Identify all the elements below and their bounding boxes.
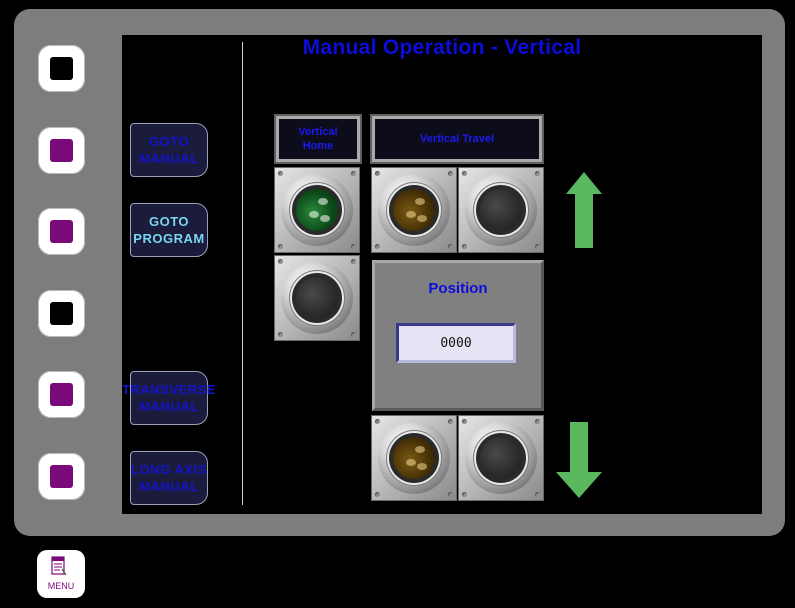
position-value: 0000 <box>440 335 472 351</box>
goto-manual-label: GOTO MANUAL <box>139 134 199 166</box>
menu-label: MENU <box>47 581 75 591</box>
display-screen: Manual Operation - Vertical GOTO MANUAL … <box>122 35 762 514</box>
softkey-1-indicator <box>50 57 73 80</box>
softkey-2[interactable] <box>38 127 85 174</box>
position-panel: Position 0000 <box>372 260 544 411</box>
softkey-1[interactable] <box>38 45 85 92</box>
long-axis-manual-button[interactable]: LONG AXIS MANUAL <box>130 451 208 505</box>
travel-down-lamp-2 <box>458 415 544 501</box>
softkey-5[interactable] <box>38 371 85 418</box>
vertical-home-lamp <box>274 167 360 253</box>
position-label: Position <box>428 280 488 297</box>
softkey-4[interactable] <box>38 290 85 337</box>
transverse-manual-label: TRANSVERSE MANUAL <box>122 382 216 414</box>
softkey-6-indicator <box>50 465 73 488</box>
position-field[interactable]: 0000 <box>396 323 516 363</box>
goto-program-button[interactable]: GOTO PROGRAM <box>130 203 208 257</box>
long-axis-manual-label: LONG AXIS MANUAL <box>131 462 207 494</box>
vertical-travel-label-text: Vertical Travel <box>420 133 494 145</box>
vertical-travel-label: Vertical Travel <box>370 114 544 164</box>
arrow-down-icon[interactable] <box>554 420 604 500</box>
vertical-home-label-text: Vertical Home <box>298 126 338 152</box>
document-icon <box>51 556 67 576</box>
softkey-3[interactable] <box>38 208 85 255</box>
transverse-manual-button[interactable]: TRANSVERSE MANUAL <box>122 371 215 425</box>
softkey-6[interactable] <box>38 453 85 500</box>
goto-program-label: GOTO PROGRAM <box>133 214 205 246</box>
travel-down-lamp <box>371 415 457 501</box>
softkey-2-indicator <box>50 139 73 162</box>
arrow-up-icon[interactable] <box>564 170 604 250</box>
softkey-4-indicator <box>50 302 73 325</box>
menu-button[interactable]: MENU <box>37 550 85 598</box>
vertical-home-label: Vertical Home <box>274 114 362 164</box>
goto-manual-button[interactable]: GOTO MANUAL <box>130 123 208 177</box>
softkey-5-indicator <box>50 383 73 406</box>
divider <box>242 42 243 505</box>
softkey-3-indicator <box>50 220 73 243</box>
page-title: Manual Operation - Vertical <box>302 36 582 59</box>
travel-up-lamp <box>371 167 457 253</box>
travel-up-lamp-2 <box>458 167 544 253</box>
vertical-home-lamp-2 <box>274 255 360 341</box>
